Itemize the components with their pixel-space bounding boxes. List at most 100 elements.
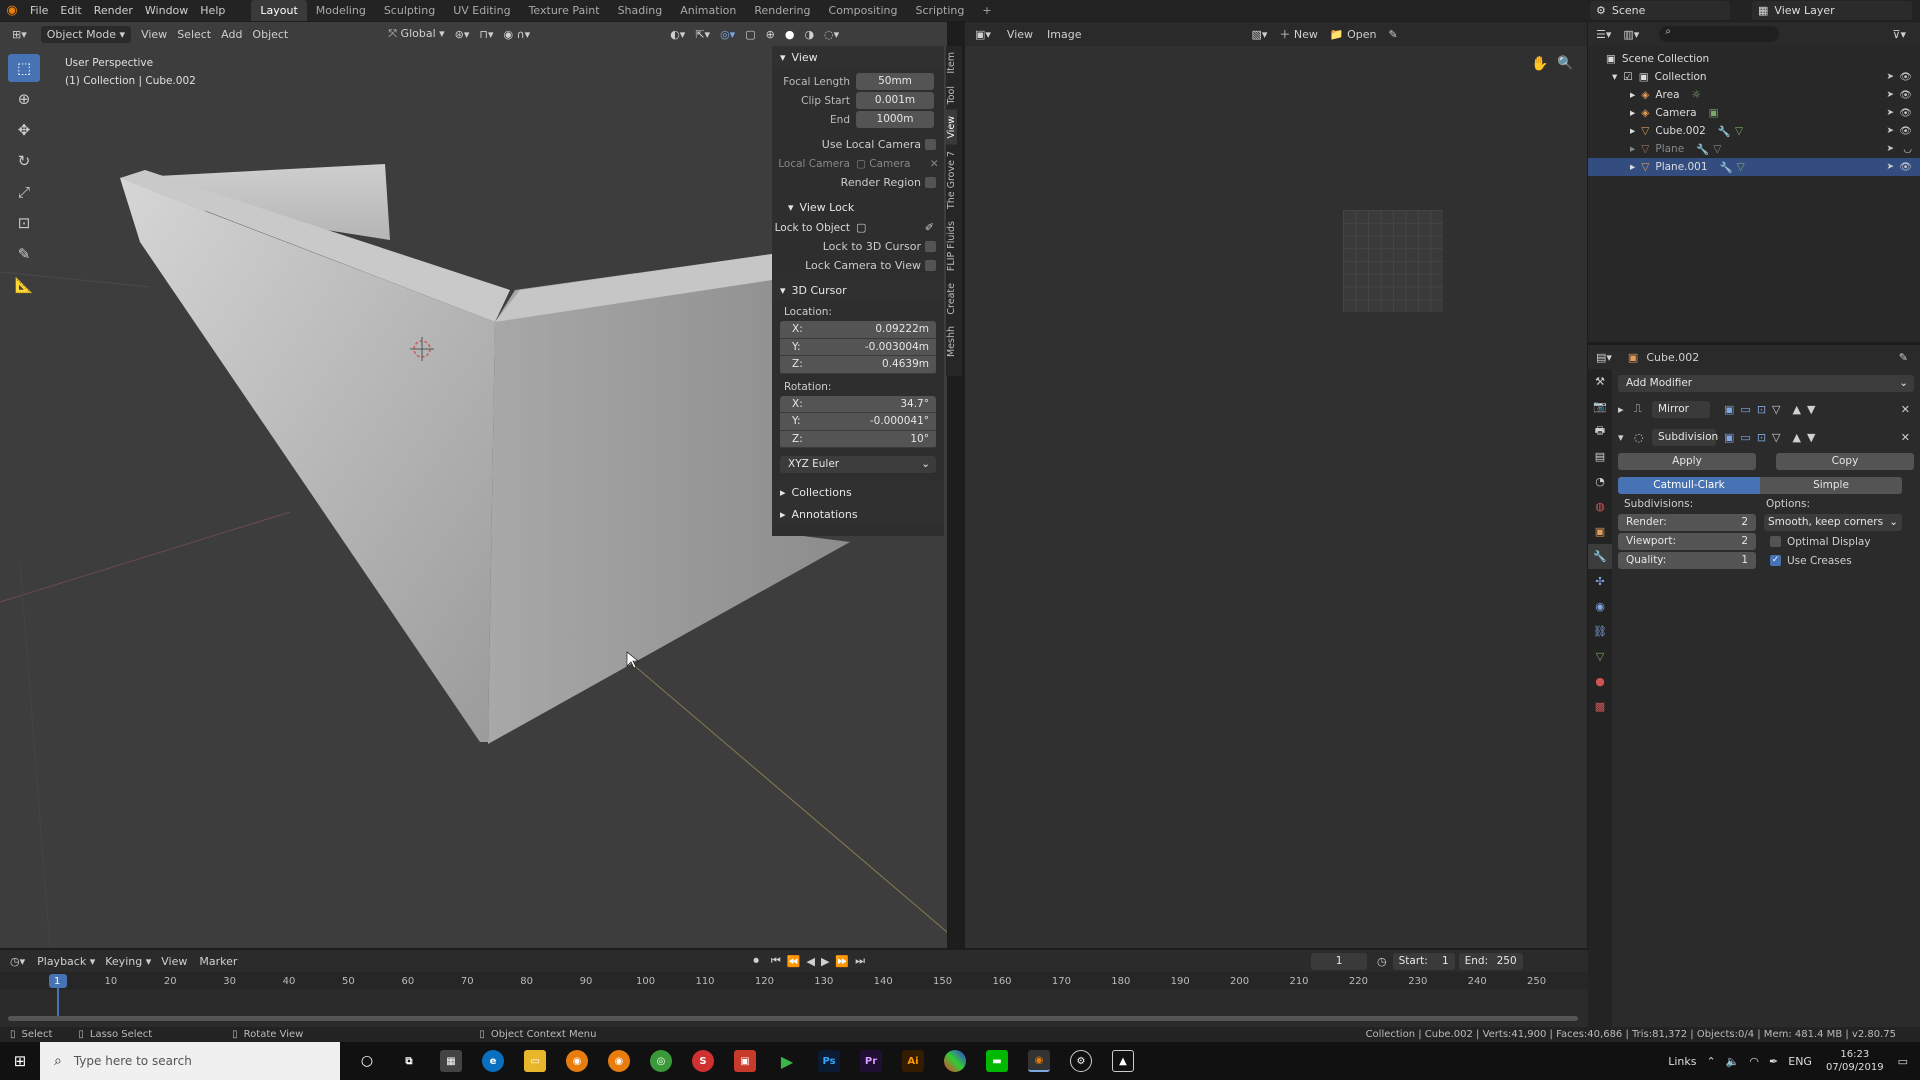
move-down-icon[interactable]: ▼ (1807, 431, 1815, 444)
location-x-field[interactable]: X: 0.09222m (780, 321, 936, 339)
world-tab-icon[interactable]: ◍ (1588, 494, 1612, 519)
select-tool-icon[interactable]: ⬚ (8, 54, 40, 82)
blender-app-2-icon[interactable]: ◉ (608, 1050, 630, 1072)
menu-add[interactable]: Add (221, 28, 242, 41)
overlay-icon[interactable]: ◎▾ (720, 28, 735, 41)
apply-button[interactable]: Apply (1618, 453, 1756, 470)
use-local-camera-checkbox[interactable] (925, 139, 936, 150)
clear-icon[interactable]: ✕ (930, 158, 939, 170)
jump-end-icon[interactable]: ⏭ (855, 954, 865, 968)
shading-solid-icon[interactable]: ● (785, 28, 795, 41)
scale-tool-icon[interactable]: ⤢ (8, 178, 40, 206)
3d-cursor-header[interactable]: ▾ 3D Cursor (772, 279, 944, 301)
close-icon[interactable]: ✕ (1901, 403, 1910, 416)
rotation-y-field[interactable]: Y: -0.000041° (780, 413, 936, 431)
select-arrow-icon[interactable]: ➤ (1886, 108, 1894, 118)
task-view-icon[interactable]: ⧉ (398, 1050, 420, 1072)
next-key-icon[interactable]: ⏩ (835, 955, 849, 968)
expand-icon[interactable]: ▸ (1630, 89, 1635, 101)
editor-type-icon[interactable]: ☰▾ (1596, 28, 1611, 41)
pan-icon[interactable]: ✋ (1531, 56, 1548, 72)
editor-type-icon[interactable]: ▣▾ (975, 28, 991, 41)
blender-active-icon[interactable]: ◉ (1028, 1050, 1050, 1072)
proportional-edit-icon[interactable]: ◉ ∩▾ (504, 28, 531, 41)
material-tab-icon[interactable]: ● (1588, 669, 1612, 694)
eye-icon[interactable]: 👁 (1899, 126, 1912, 137)
view-lock-header[interactable]: ▾ View Lock (772, 196, 944, 218)
menu-render[interactable]: Render (88, 4, 139, 17)
end-frame-field[interactable]: End: 250 (1458, 952, 1523, 970)
play-store-icon[interactable]: ▶ (776, 1050, 798, 1072)
move-tool-icon[interactable]: ✥ (8, 116, 40, 144)
tab-animation[interactable]: Animation (671, 0, 745, 21)
calculator-icon[interactable]: ▦ (440, 1050, 462, 1072)
current-frame-field[interactable]: 1 (1311, 952, 1368, 970)
volume-icon[interactable]: 🔈 (1726, 1055, 1740, 1068)
tab-item[interactable]: Item (946, 46, 957, 80)
clip-end-field[interactable]: 1000m (856, 111, 934, 128)
move-down-icon[interactable]: ▼ (1807, 403, 1815, 416)
collections-header[interactable]: ▸ Collections (772, 481, 944, 503)
expand-icon[interactable]: ▾ (1612, 71, 1617, 83)
record-icon[interactable]: ⏺ (753, 954, 759, 968)
outliner-item-plane[interactable]: ▸ ▽ Plane 🔧 ▽ ➤ ◡ (1588, 140, 1920, 158)
menu-object[interactable]: Object (252, 28, 288, 41)
colorful-app-icon[interactable] (944, 1050, 966, 1072)
select-arrow-icon[interactable]: ➤ (1886, 144, 1894, 154)
search-input[interactable]: ⌕ (1659, 26, 1780, 42)
eye-icon[interactable]: 👁 (1899, 162, 1912, 173)
steam-icon[interactable]: ⚙ (1070, 1050, 1092, 1072)
object-tab-icon[interactable]: ▣ (1588, 519, 1612, 544)
image-type-icon[interactable]: ▧▾ (1251, 28, 1267, 41)
xray-icon[interactable]: ▢ (745, 28, 755, 41)
view-panel-header[interactable]: ▾ View (772, 46, 944, 68)
illustrator-icon[interactable]: Ai (902, 1050, 924, 1072)
render-region-checkbox[interactable] (925, 177, 936, 188)
annotate-tool-icon[interactable]: ✎ (8, 240, 40, 268)
prev-key-icon[interactable]: ⏪ (787, 955, 801, 968)
render-tab-icon[interactable]: 📷 (1588, 394, 1612, 419)
close-icon[interactable]: ✕ (1901, 431, 1910, 444)
taskbar-links[interactable]: Links (1668, 1055, 1696, 1068)
eye-hidden-icon[interactable]: ◡ (1903, 144, 1912, 155)
mirror-name-field[interactable]: Mirror (1652, 400, 1710, 418)
transform-tool-icon[interactable]: ⊡ (8, 209, 40, 237)
snap-icon[interactable]: ⊓▾ (479, 28, 493, 41)
cortana-icon[interactable]: ○ (356, 1050, 378, 1072)
eye-icon[interactable]: 👁 (1899, 90, 1912, 101)
zoom-icon[interactable]: 🔍 (1557, 56, 1573, 71)
display-mode-icon[interactable]: ▥▾ (1623, 28, 1639, 41)
network-icon[interactable]: ◠ (1749, 1055, 1759, 1068)
copy-button[interactable]: Copy (1776, 453, 1914, 470)
rotation-x-field[interactable]: X: 34.7° (780, 396, 936, 413)
tab-create[interactable]: Create (946, 277, 957, 321)
annotations-header[interactable]: ▸ Annotations (772, 503, 944, 525)
location-y-field[interactable]: Y: -0.003004m (780, 339, 936, 356)
menu-playback[interactable]: Playback ▾ (37, 955, 95, 968)
focal-length-field[interactable]: 50mm (856, 73, 934, 90)
menu-help[interactable]: Help (194, 4, 231, 17)
view-layer-selector[interactable]: ▦ View Layer (1752, 1, 1912, 20)
tab-modeling[interactable]: Modeling (307, 0, 375, 21)
menu-select[interactable]: Select (177, 28, 211, 41)
catmull-clark-button[interactable]: Catmull-Clark (1618, 477, 1760, 494)
eye-icon[interactable]: 👁 (1899, 72, 1912, 83)
editor-type-icon[interactable]: ⊞▾ (12, 28, 27, 41)
outliner-scene-collection[interactable]: ▣ Scene Collection (1588, 50, 1920, 68)
menu-view[interactable]: View (1007, 28, 1033, 41)
expand-icon[interactable]: ▸ (1630, 107, 1635, 119)
select-arrow-icon[interactable]: ➤ (1886, 126, 1894, 136)
blender-logo-icon[interactable]: ◉ (0, 3, 24, 18)
constraints-tab-icon[interactable]: ⛓ (1588, 619, 1612, 644)
eyedropper-icon[interactable]: ✐ (925, 221, 934, 234)
windows-start-icon[interactable]: ⊞ (0, 1052, 40, 1070)
viewport-levels-field[interactable]: Viewport: 2 (1618, 533, 1756, 550)
tab-shading[interactable]: Shading (609, 0, 672, 21)
notifications-icon[interactable]: ▭ (1898, 1055, 1908, 1068)
mode-dropdown[interactable]: Object Mode ▾ (40, 25, 132, 43)
pen-icon[interactable]: ✒ (1769, 1055, 1778, 1068)
tab-uv-editing[interactable]: UV Editing (444, 0, 519, 21)
menu-view[interactable]: View (161, 955, 187, 968)
tab-the-grove[interactable]: The Grove 7 (946, 145, 957, 215)
use-creases-checkbox[interactable]: ✓ (1770, 555, 1781, 566)
